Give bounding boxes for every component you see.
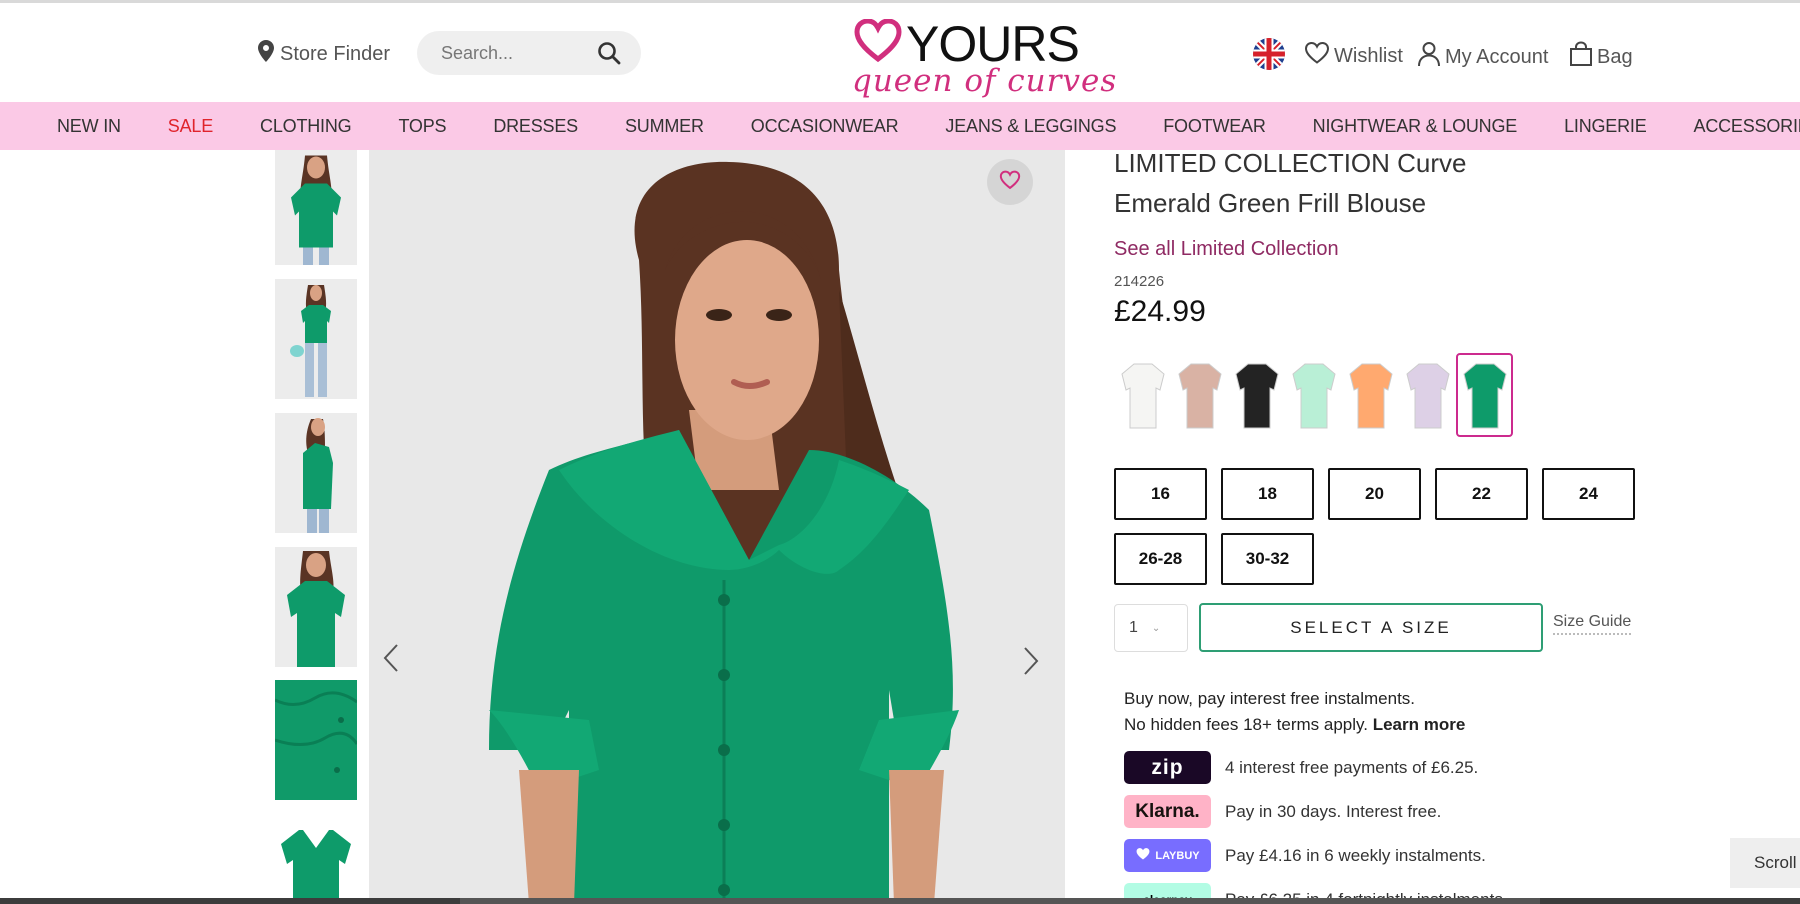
wishlist-label: Wishlist (1334, 44, 1403, 67)
klarna-logo[interactable]: Klarna. (1124, 795, 1211, 828)
search-input[interactable] (441, 42, 581, 64)
nav-item-tops[interactable]: TOPS (398, 116, 446, 137)
colour-swatch-mint[interactable] (1285, 353, 1342, 437)
store-finder-label: Store Finder (280, 42, 391, 65)
heart-outline-icon (999, 170, 1021, 195)
colour-swatches (1114, 353, 1513, 437)
add-to-wishlist-button[interactable] (987, 159, 1033, 205)
colour-swatch-orange[interactable] (1342, 353, 1399, 437)
product-price: £24.99 (1114, 295, 1206, 328)
next-image-button[interactable] (1016, 643, 1046, 683)
nav-item-footwear[interactable]: FOOTWEAR (1163, 116, 1266, 137)
size-button-26-28[interactable]: 26-28 (1114, 533, 1207, 585)
my-account-label: My Account (1445, 45, 1549, 68)
colour-swatch-black[interactable] (1228, 353, 1285, 437)
size-button-24[interactable]: 24 (1542, 468, 1635, 520)
zip-payment-option: zip 4 interest free payments of £6.25. (1124, 751, 1478, 784)
nav-item-clothing[interactable]: CLOTHING (260, 116, 352, 137)
blouse-swatch-graphic (1291, 363, 1336, 429)
size-guide-link[interactable]: Size Guide (1553, 613, 1632, 635)
scrollbar-thumb[interactable] (460, 898, 1540, 904)
size-options: 16 18 20 22 24 26-28 30-32 (1114, 468, 1674, 585)
nav-item-accessories[interactable]: ACCESSORIES (1694, 116, 1800, 137)
product-thumbnail-flat-lay[interactable] (275, 814, 357, 904)
quantity-select[interactable]: 1 ⌄ (1114, 604, 1188, 652)
nav-item-occasionwear[interactable]: OCCASIONWEAR (751, 116, 899, 137)
learn-more-link[interactable]: Learn more (1373, 715, 1466, 734)
heart-logo-icon (854, 19, 902, 63)
product-thumbnail-full-length[interactable] (275, 279, 357, 399)
horizontal-scrollbar[interactable] (0, 898, 1800, 904)
chevron-right-icon (1022, 646, 1040, 681)
nav-item-dresses[interactable]: DRESSES (493, 116, 578, 137)
search-bar (417, 31, 641, 75)
nav-item-nightwear-lounge[interactable]: NIGHTWEAR & LOUNGE (1313, 116, 1518, 137)
product-thumbnail-closeup[interactable] (275, 547, 357, 667)
klarna-payment-option: Klarna. Pay in 30 days. Interest free. (1124, 795, 1441, 828)
logo-tagline: queen of curves (852, 63, 1118, 99)
previous-image-button[interactable] (376, 640, 406, 680)
size-button-16[interactable]: 16 (1114, 468, 1207, 520)
blouse-swatch-graphic (1348, 363, 1393, 429)
payment-terms-text: No hidden fees 18+ terms apply. (1124, 715, 1368, 734)
size-button-22[interactable]: 22 (1435, 468, 1528, 520)
chevron-down-icon: ⌄ (1151, 622, 1161, 634)
blouse-swatch-graphic (1462, 363, 1507, 429)
wishlist-link[interactable]: Wishlist (1304, 41, 1403, 71)
quantity-value: 1 (1129, 619, 1138, 636)
laybuy-payment-option: LAYBUY Pay £4.16 in 6 weekly instalments… (1124, 839, 1486, 872)
colour-swatch-lilac[interactable] (1399, 353, 1456, 437)
size-button-18[interactable]: 18 (1221, 468, 1314, 520)
payment-intro: Buy now, pay interest free instalments. … (1124, 686, 1465, 738)
payment-intro-line-1: Buy now, pay interest free instalments. (1124, 689, 1416, 708)
laybuy-heart-icon (1135, 847, 1151, 864)
heart-icon (1304, 41, 1330, 71)
size-button-30-32[interactable]: 30-32 (1221, 533, 1314, 585)
product-main-image[interactable] (369, 150, 1065, 904)
size-button-20[interactable]: 20 (1328, 468, 1421, 520)
zip-logo[interactable]: zip (1124, 751, 1211, 784)
site-header: Store Finder YOURS queen of curves Wishl… (0, 3, 1800, 102)
nav-item-summer[interactable]: SUMMER (625, 116, 704, 137)
nav-item-lingerie[interactable]: LINGERIE (1564, 116, 1647, 137)
scroll-button[interactable]: Scroll (1730, 838, 1800, 888)
colour-swatch-emerald-green[interactable] (1456, 353, 1513, 437)
bag-link[interactable]: Bag (1569, 41, 1633, 73)
user-icon (1417, 41, 1441, 73)
nav-item-new-in[interactable]: NEW IN (57, 116, 121, 137)
my-account-link[interactable]: My Account (1417, 41, 1548, 73)
zip-payment-text: 4 interest free payments of £6.25. (1225, 757, 1479, 777)
klarna-payment-text: Pay in 30 days. Interest free. (1225, 801, 1442, 821)
blouse-swatch-graphic (1120, 363, 1165, 429)
nav-item-sale[interactable]: SALE (168, 116, 213, 137)
product-thumbnail-front[interactable] (275, 150, 357, 265)
chevron-left-icon (382, 643, 400, 678)
see-all-collection-link[interactable]: See all Limited Collection (1114, 238, 1339, 261)
product-title: LIMITED COLLECTION Curve Emerald Green F… (1114, 148, 1467, 218)
laybuy-logo-text: LAYBUY (1155, 849, 1200, 862)
uk-flag-icon[interactable] (1253, 38, 1285, 70)
laybuy-payment-text: Pay £4.16 in 6 weekly instalments. (1225, 845, 1486, 865)
search-icon[interactable] (597, 41, 621, 65)
blouse-swatch-graphic (1177, 363, 1222, 429)
blouse-swatch-graphic (1234, 363, 1279, 429)
payment-intro-line-2: No hidden fees 18+ terms apply. Learn mo… (1124, 712, 1465, 738)
product-sku: 214226 (1114, 273, 1165, 290)
bag-label: Bag (1597, 45, 1633, 68)
blouse-swatch-graphic (1405, 363, 1450, 429)
product-thumbnail-side[interactable] (275, 413, 357, 533)
store-finder-link[interactable]: Store Finder (258, 40, 390, 68)
laybuy-logo[interactable]: LAYBUY (1124, 839, 1211, 872)
location-pin-icon (258, 40, 274, 68)
colour-swatch-white[interactable] (1114, 353, 1171, 437)
product-thumbnail-fabric-detail[interactable] (275, 680, 357, 800)
shopping-bag-icon (1569, 41, 1593, 73)
yours-logo[interactable]: YOURS queen of curves (848, 13, 1116, 101)
select-a-size-button[interactable]: SELECT A SIZE (1199, 603, 1543, 652)
model-photo-graphic (369, 150, 1065, 904)
colour-swatch-blush[interactable] (1171, 353, 1228, 437)
nav-item-jeans-leggings[interactable]: JEANS & LEGGINGS (945, 116, 1116, 137)
